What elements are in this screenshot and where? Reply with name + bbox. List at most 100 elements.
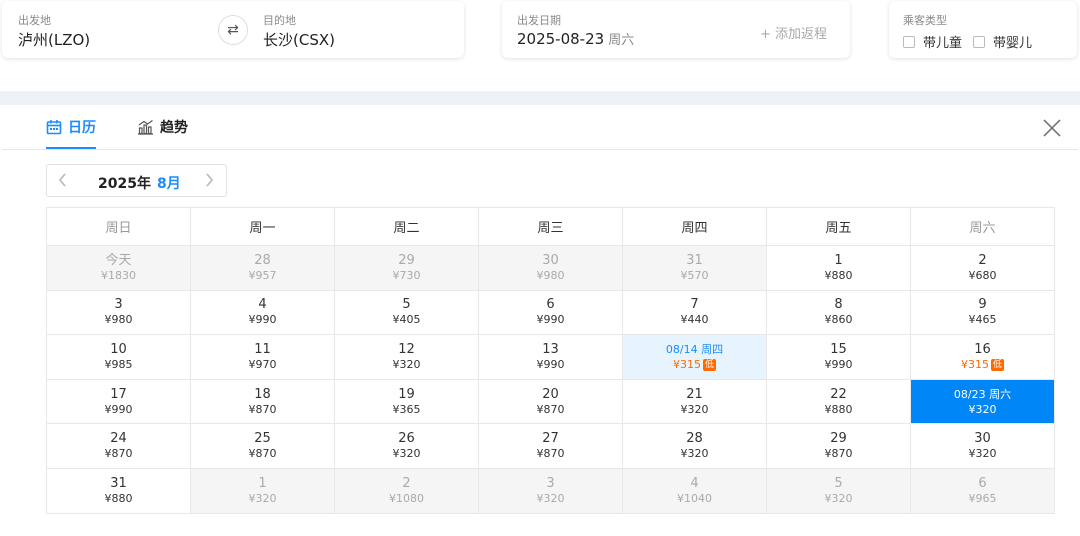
calendar-day-cell[interactable]: 21 ¥320: [622, 378, 767, 425]
calendar-day-cell[interactable]: 22 ¥880: [766, 378, 911, 425]
calendar-day-cell[interactable]: 4 ¥990: [190, 289, 335, 336]
day-price-value: ¥870: [104, 447, 133, 461]
tab-trend[interactable]: 趋势: [137, 117, 188, 149]
checkbox-box[interactable]: [973, 35, 985, 48]
calendar-day-cell[interactable]: 16 ¥315 低: [910, 334, 1055, 380]
day-price-value: ¥980: [536, 268, 565, 282]
day-price: ¥880: [47, 492, 190, 506]
day-price-value: ¥990: [248, 313, 277, 327]
calendar-day-cell[interactable]: 18 ¥870: [190, 378, 335, 425]
swap-button[interactable]: ⇄: [218, 15, 248, 45]
weekday-header: 周六: [910, 207, 1055, 246]
day-number: 18: [254, 386, 271, 402]
day-price: ¥320: [479, 492, 622, 506]
day-number: 5: [402, 297, 411, 313]
calendar-day-cell[interactable]: 6 ¥965: [910, 467, 1055, 514]
month-year: 2025年: [98, 176, 151, 192]
calendar-day-cell[interactable]: 7 ¥440: [622, 289, 767, 336]
calendar-day-cell[interactable]: 2 ¥680: [910, 245, 1055, 291]
calendar-day-cell[interactable]: 29 ¥870: [766, 423, 911, 469]
calendar-day-cell[interactable]: 15 ¥990: [766, 334, 911, 380]
day-price: ¥870: [47, 447, 190, 461]
calendar-day-cell[interactable]: 28 ¥957: [190, 245, 335, 291]
day-price-value: ¥320: [968, 447, 997, 461]
calendar-day-cell[interactable]: 30 ¥980: [478, 245, 623, 291]
day-price: ¥880: [767, 269, 910, 283]
day-number: 26: [398, 431, 415, 447]
calendar-day-cell[interactable]: 13 ¥990: [478, 334, 623, 380]
to-input[interactable]: 长沙(CSX): [263, 29, 335, 50]
day-price-value: ¥320: [824, 491, 853, 505]
calendar-day-cell[interactable]: 9 ¥465: [910, 289, 1055, 336]
day-price-value: ¥405: [392, 313, 421, 327]
day-price: ¥320: [335, 447, 478, 461]
calendar-day-cell[interactable]: 5 ¥405: [334, 289, 479, 336]
date-input[interactable]: 2025-08-23 周六: [517, 29, 634, 48]
from-input[interactable]: 泸州(LZO): [18, 29, 90, 50]
next-month-button[interactable]: [201, 172, 217, 191]
with-child-checkbox[interactable]: 带儿童: [903, 32, 962, 51]
calendar-day-cell[interactable]: 20 ¥870: [478, 378, 623, 425]
day-price-value: ¥965: [968, 491, 997, 505]
tab-calendar[interactable]: 日历: [46, 117, 96, 149]
calendar-day-cell[interactable]: 25 ¥870: [190, 423, 335, 469]
calendar-day-cell[interactable]: 17 ¥990: [46, 378, 191, 425]
day-number: 5: [834, 475, 843, 491]
day-price-value: ¥870: [248, 447, 277, 461]
calendar-day-cell[interactable]: 24 ¥870: [46, 423, 191, 469]
day-number: 08/14 周四: [665, 342, 724, 356]
calendar-day-cell[interactable]: 12 ¥320: [334, 334, 479, 380]
day-price-value: ¥870: [824, 447, 853, 461]
calendar-day-cell[interactable]: 31 ¥880: [46, 467, 191, 514]
calendar-day-cell[interactable]: 2 ¥1080: [334, 467, 479, 514]
close-button[interactable]: [1042, 118, 1062, 138]
add-return-button[interactable]: + 添加返程: [760, 23, 827, 42]
day-price: ¥1080: [335, 492, 478, 506]
calendar-day-cell[interactable]: 26 ¥320: [334, 423, 479, 469]
date-field[interactable]: 出发日期 2025-08-23 周六 + 添加返程: [502, 1, 850, 58]
with-infant-checkbox[interactable]: 带婴儿: [973, 32, 1032, 51]
prev-month-button[interactable]: [55, 172, 71, 191]
calendar-day-cell[interactable]: 30 ¥320: [910, 423, 1055, 469]
day-number: 4: [258, 297, 267, 313]
day-price: ¥970: [191, 358, 334, 372]
day-price: ¥1040: [623, 492, 766, 506]
calendar-day-cell[interactable]: 19 ¥365: [334, 378, 479, 425]
calendar-day-cell[interactable]: 8 ¥860: [766, 289, 911, 336]
calendar-day-cell[interactable]: 10 ¥985: [46, 334, 191, 380]
day-price: ¥990: [767, 358, 910, 372]
weekday-header: 周三: [478, 207, 623, 246]
day-number: 27: [542, 431, 559, 447]
calendar-day-cell[interactable]: 28 ¥320: [622, 423, 767, 469]
lowest-price-badge: 低: [702, 358, 716, 371]
calendar-day-cell[interactable]: 29 ¥730: [334, 245, 479, 291]
to-label: 目的地: [263, 14, 296, 27]
calendar-day-cell[interactable]: 31 ¥570: [622, 245, 767, 291]
calendar-body: 今天 ¥1830 28 ¥957 29 ¥730 30 ¥980 31 ¥570 1 ¥880 2 ¥68…: [46, 245, 1055, 514]
day-price-value: ¥990: [536, 357, 565, 371]
calendar-day-cell[interactable]: 27 ¥870: [478, 423, 623, 469]
calendar-day-cell[interactable]: 1 ¥320: [190, 467, 335, 514]
day-price: ¥570: [623, 269, 766, 283]
calendar-day-cell[interactable]: 08/14 周四 ¥315 低: [622, 334, 767, 380]
calendar-day-cell[interactable]: 3 ¥320: [478, 467, 623, 514]
day-number: 16: [974, 341, 991, 357]
calendar-day-cell[interactable]: 1 ¥880: [766, 245, 911, 291]
calendar-day-cell[interactable]: 08/23 周六 ¥320: [910, 378, 1055, 425]
day-number: 28: [254, 252, 271, 268]
calendar-day-cell[interactable]: 3 ¥980: [46, 289, 191, 336]
day-number: 29: [398, 252, 415, 268]
day-number: 24: [110, 431, 127, 447]
day-price: ¥870: [191, 403, 334, 417]
calendar-day-cell[interactable]: 6 ¥990: [478, 289, 623, 336]
day-number: 31: [110, 475, 127, 491]
bar-chart-icon: [138, 120, 153, 135]
day-price-value: ¥680: [968, 268, 997, 282]
calendar-day-cell[interactable]: 今天 ¥1830: [46, 245, 191, 291]
day-price: ¥315 低: [911, 358, 1054, 372]
checkbox-box[interactable]: [903, 35, 915, 48]
calendar-day-cell[interactable]: 4 ¥1040: [622, 467, 767, 514]
day-price-value: ¥990: [824, 357, 853, 371]
calendar-day-cell[interactable]: 11 ¥970: [190, 334, 335, 380]
calendar-day-cell[interactable]: 5 ¥320: [766, 467, 911, 514]
